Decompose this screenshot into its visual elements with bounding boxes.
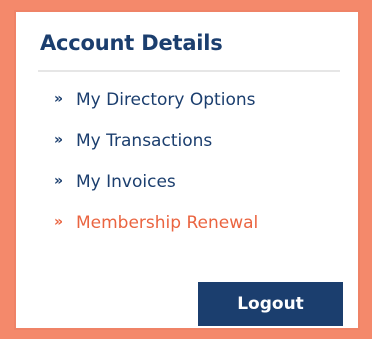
menu-item-label: Membership Renewal [76, 213, 259, 233]
logout-button[interactable]: Logout [198, 282, 343, 326]
menu-item-membership-renewal[interactable]: » Membership Renewal [54, 213, 258, 254]
title-divider [38, 70, 340, 72]
menu-item-directory-options[interactable]: » My Directory Options [54, 90, 258, 131]
double-chevron-right-icon: » [54, 214, 64, 230]
double-chevron-right-icon: » [54, 91, 64, 107]
menu-item-label: My Invoices [76, 172, 176, 192]
double-chevron-right-icon: » [54, 173, 64, 189]
menu-item-transactions[interactable]: » My Transactions [54, 131, 258, 172]
panel-title: Account Details [40, 31, 223, 55]
menu-item-label: My Directory Options [76, 90, 256, 110]
menu-item-label: My Transactions [76, 131, 213, 151]
account-details-panel: Account Details » My Directory Options »… [14, 10, 360, 330]
menu-item-invoices[interactable]: » My Invoices [54, 172, 258, 213]
double-chevron-right-icon: » [54, 132, 64, 148]
account-menu: » My Directory Options » My Transactions… [54, 90, 258, 254]
